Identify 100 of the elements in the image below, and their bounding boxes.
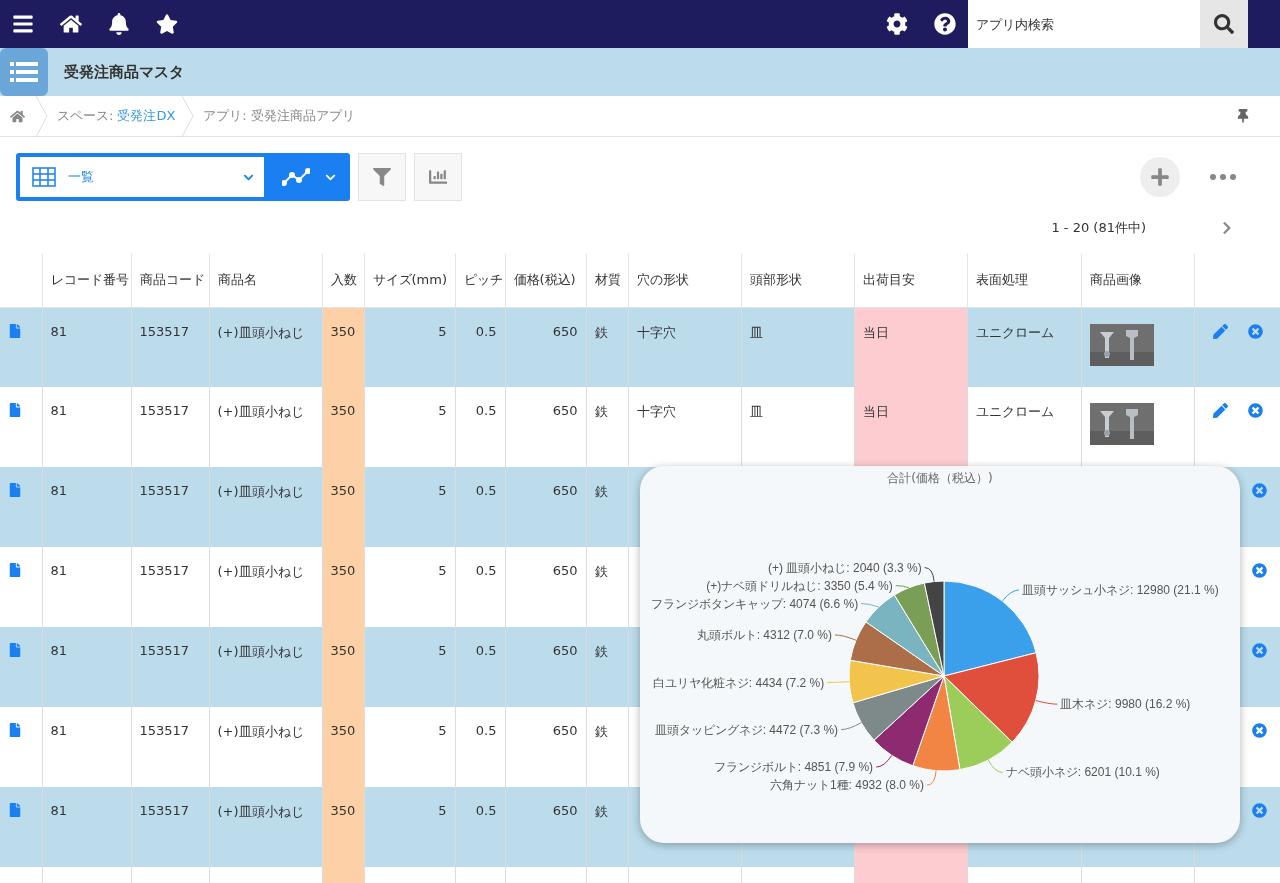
table-cell: 81 [50, 643, 68, 658]
app-title: 受発注商品マスタ [64, 62, 184, 82]
table-cell: (+)皿頭小ねじ [217, 404, 304, 419]
table-cell: 5 [438, 723, 447, 738]
table-cell: 650 [552, 483, 578, 498]
table-cell: (+)皿頭小ねじ [217, 484, 304, 499]
table-cell: 当日 [862, 404, 889, 419]
table-cell: 153517 [139, 803, 190, 818]
table-cell: 0.5 [475, 563, 497, 578]
column-header[interactable]: 材質 [586, 254, 628, 307]
view-select[interactable]: 一覧 [16, 153, 268, 201]
data-label: フランジボルト: 4851 (7.9 %) [713, 760, 874, 775]
filter-button[interactable] [358, 153, 406, 201]
column-header[interactable]: 商品画像 [1081, 254, 1194, 307]
table-cell: (+)皿頭小ねじ [217, 564, 304, 579]
table-cell: 5 [438, 563, 447, 578]
table-cell: 153517 [139, 323, 190, 339]
leader-line [834, 634, 857, 641]
table-cell: 鉄 [594, 484, 608, 499]
bar-chart-icon [429, 168, 447, 186]
pager-range: 1 - 20 (81件中) [1051, 218, 1146, 237]
leader-line [875, 754, 893, 768]
column-header[interactable]: 商品名 [209, 254, 322, 307]
table-cell: 650 [552, 723, 578, 738]
plus-icon [1150, 167, 1170, 187]
table-cell: 81 [50, 403, 68, 418]
graph-button[interactable] [268, 153, 350, 201]
table-cell: (+)皿頭小ねじ [217, 804, 304, 819]
leader-line [840, 722, 862, 731]
leader-line [926, 770, 937, 786]
column-header[interactable]: 表面処理 [967, 254, 1081, 307]
column-header[interactable]: 穴の形状 [628, 254, 741, 307]
table-cell: 153517 [139, 723, 190, 738]
home-icon[interactable] [60, 13, 82, 35]
column-header[interactable]: ピッチ [455, 254, 505, 307]
edit-icon[interactable] [1212, 323, 1228, 339]
leader-line [826, 681, 850, 683]
table-cell: 153517 [139, 563, 190, 578]
table-cell: 5 [438, 403, 447, 418]
table-cell: 350 [330, 483, 356, 498]
breadcrumb-label: スペース: [57, 107, 114, 125]
add-button[interactable] [1140, 157, 1180, 197]
chart-button[interactable] [414, 153, 462, 201]
line-chart-icon [281, 168, 310, 186]
data-label: (+) 皿頭小ねじ: 2040 (3.3 %) [767, 560, 922, 575]
leader-line [924, 567, 935, 582]
column-header[interactable]: 入数 [322, 254, 364, 307]
data-label: (+)ナベ頭ドリルねじ: 3350 (5.4 %) [706, 578, 893, 593]
data-label: フランジボタンキャップ: 4074 (6.6 %) [650, 596, 859, 611]
breadcrumb-label: アプリ: 受発注商品アプリ [203, 107, 355, 125]
edit-icon[interactable] [1212, 403, 1228, 418]
column-header[interactable]: 商品コード [131, 254, 209, 307]
more-icon [1210, 174, 1236, 180]
table-cell: 当日 [862, 324, 889, 340]
leader-line [895, 585, 910, 589]
delete-icon[interactable] [1251, 723, 1267, 738]
leader-line [1035, 700, 1058, 705]
leader-line [860, 603, 880, 608]
column-header[interactable]: 出荷目安 [854, 254, 967, 307]
table-cell: 0.5 [475, 723, 497, 738]
table-cell: 皿 [749, 404, 763, 419]
search-field[interactable]: アプリ内検索 [968, 0, 1200, 48]
settings-icon[interactable] [886, 13, 908, 35]
column-header[interactable]: サイズ(mm) [364, 254, 455, 307]
table-cell: 650 [552, 563, 578, 578]
delete-icon[interactable] [1251, 483, 1267, 498]
table-cell: 5 [438, 483, 447, 498]
column-header[interactable]: 頭部形状 [741, 254, 854, 307]
help-icon[interactable] [934, 13, 956, 35]
data-label: 皿頭サッシュ小ネジ: 12980 (21.1 %) [1022, 583, 1219, 597]
table-cell: 650 [552, 403, 578, 418]
data-label: 六角ナット1種: 4932 (8.0 %) [769, 778, 924, 793]
column-header[interactable]: レコード番号 [42, 254, 131, 307]
table-cell: 0.5 [475, 403, 497, 418]
table-cell: 鉄 [594, 324, 608, 340]
table-cell: 81 [50, 323, 68, 339]
table-cell: 350 [330, 723, 356, 738]
menu-icon[interactable] [12, 13, 34, 35]
delete-icon[interactable] [1247, 403, 1263, 418]
data-label: 白ユリヤ化粧ネジ: 4434 (7.2 %) [652, 675, 825, 690]
table-cell: 81 [50, 723, 68, 738]
column-header[interactable]: 価格(税込) [505, 254, 586, 307]
delete-icon[interactable] [1247, 323, 1263, 339]
delete-icon[interactable] [1251, 643, 1267, 658]
table-cell: 十字穴 [636, 404, 676, 419]
table-cell: 0.5 [475, 323, 497, 339]
table-cell: 5 [438, 803, 447, 818]
pin-icon[interactable] [1236, 109, 1250, 123]
star-icon[interactable] [156, 13, 178, 35]
filter-icon [373, 168, 391, 186]
bell-icon[interactable] [108, 13, 130, 35]
table-cell: 153517 [139, 643, 190, 658]
table-cell: ユニクローム [975, 324, 1054, 340]
delete-icon[interactable] [1251, 563, 1267, 578]
table-cell: 350 [330, 563, 356, 578]
search-button[interactable] [1200, 0, 1248, 48]
delete-icon[interactable] [1251, 803, 1267, 818]
table-cell: 81 [50, 483, 68, 498]
leader-line [1001, 589, 1020, 602]
table-cell: (+)皿頭小ねじ [217, 324, 304, 340]
